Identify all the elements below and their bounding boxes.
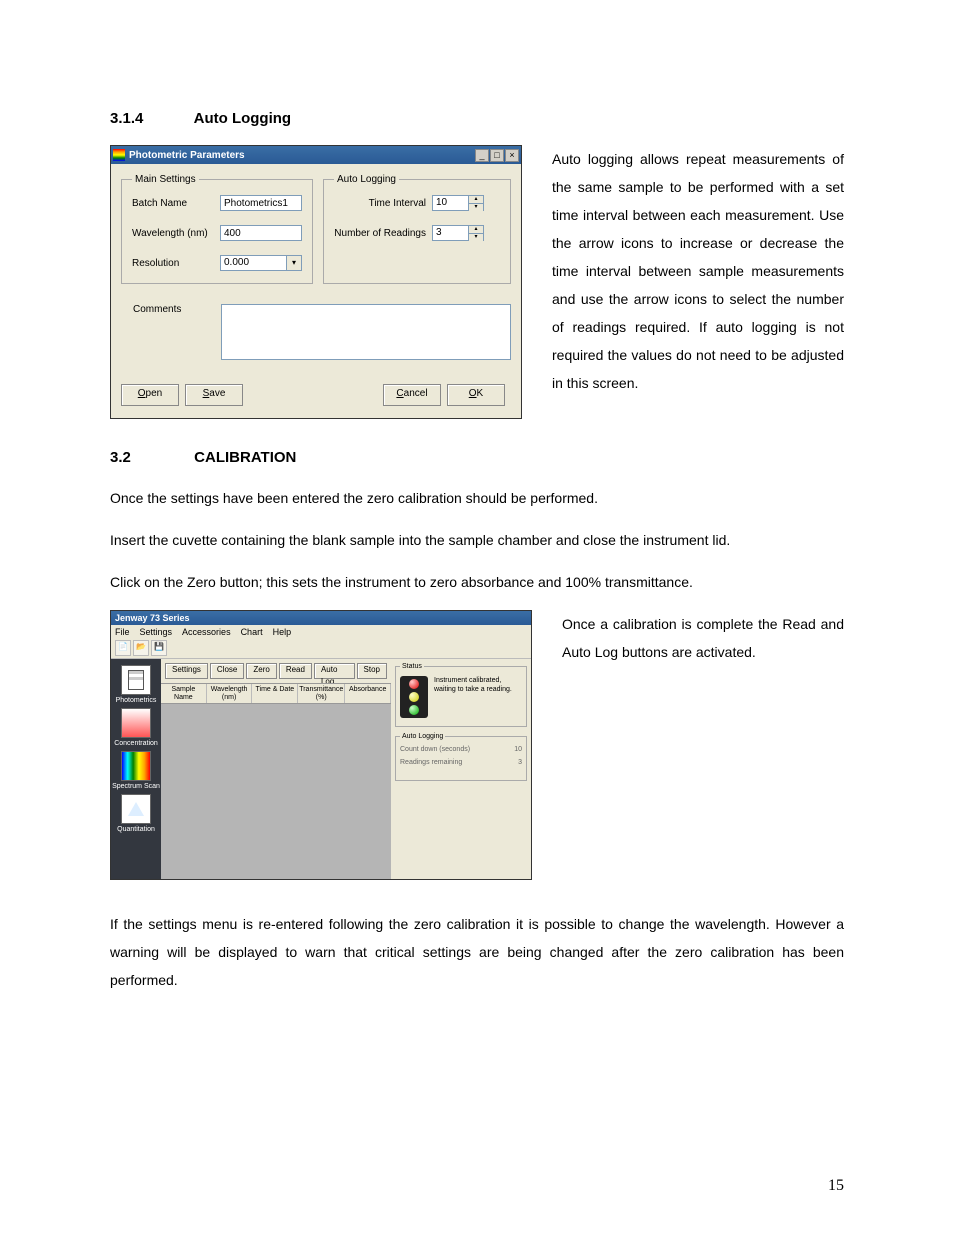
wavelength-input[interactable]: 400 (220, 225, 302, 241)
new-icon[interactable]: 📄 (115, 640, 131, 656)
spin-up-icon[interactable]: ▴ (469, 196, 483, 204)
auto-logging-paragraph: Auto logging allows repeat measurements … (552, 145, 844, 397)
col-transmittance: Transmittance (%) (298, 684, 345, 703)
quantitation-icon (121, 794, 151, 824)
app-title: Jenway 73 Series (111, 611, 531, 625)
comments-textarea[interactable] (221, 304, 511, 360)
wavelength-label: Wavelength (nm) (132, 228, 220, 239)
page-number: 15 (828, 1177, 844, 1195)
time-interval-value: 10 (433, 196, 468, 210)
settings-button[interactable]: Settings (165, 663, 208, 679)
autolog-status-legend: Auto Logging (400, 733, 445, 740)
light-green (409, 705, 419, 715)
menubar: File Settings Accessories Chart Help (111, 625, 531, 639)
section-heading-calibration: 3.2 CALIBRATION (110, 449, 844, 466)
main-settings-legend: Main Settings (132, 174, 199, 185)
menu-settings[interactable]: Settings (140, 627, 173, 637)
calibration-para-3: Click on the Zero button; this sets the … (110, 568, 844, 596)
menu-chart[interactable]: Chart (241, 627, 263, 637)
jenway-app-window: Jenway 73 Series File Settings Accessori… (110, 610, 532, 880)
spin-up-icon[interactable]: ▴ (469, 226, 483, 234)
light-yellow (409, 692, 419, 702)
concentration-icon (121, 708, 151, 738)
section-title: Auto Logging (194, 110, 291, 127)
col-time-date: Time & Date (252, 684, 298, 703)
main-settings-group: Main Settings Batch Name Photometrics1 W… (121, 174, 313, 284)
menu-accessories[interactable]: Accessories (182, 627, 231, 637)
status-panel: Status Instrument calibrated, waiting to… (391, 659, 531, 879)
photometrics-icon (121, 665, 151, 695)
time-interval-label: Time Interval (334, 198, 432, 209)
status-message: Instrument calibrated, waiting to take a… (434, 676, 522, 694)
col-absorbance: Absorbance (345, 684, 391, 703)
results-table-body (161, 704, 391, 879)
section-title: CALIBRATION (194, 449, 296, 466)
sidebar-item-spectrum[interactable]: Spectrum Scan (111, 751, 161, 790)
sidebar-item-photometrics[interactable]: Photometrics (111, 665, 161, 704)
status-group: Status Instrument calibrated, waiting to… (395, 663, 527, 727)
status-legend: Status (400, 663, 424, 670)
resolution-value: 0.000 (221, 256, 286, 270)
resolution-label: Resolution (132, 258, 220, 269)
auto-logging-legend: Auto Logging (334, 174, 399, 185)
maximize-button[interactable]: □ (490, 149, 504, 162)
sidebar-item-quantitation[interactable]: Quantitation (111, 794, 161, 833)
remaining-label: Readings remaining (400, 759, 502, 766)
autolog-button[interactable]: Auto Log (314, 663, 355, 679)
comments-label: Comments (121, 304, 221, 315)
save-icon[interactable]: 💾 (151, 640, 167, 656)
traffic-light-icon (400, 676, 428, 718)
num-readings-value: 3 (433, 226, 468, 240)
open-icon[interactable]: 📂 (133, 640, 149, 656)
sidebar-item-concentration[interactable]: Concentration (111, 708, 161, 747)
close-button[interactable]: Close (210, 663, 244, 679)
read-button[interactable]: Read (279, 663, 312, 679)
app-icon (113, 149, 125, 161)
save-button[interactable]: Save (185, 384, 243, 406)
menu-file[interactable]: File (115, 627, 130, 637)
calibration-para-1: Once the settings have been entered the … (110, 484, 844, 512)
autolog-status-group: Auto Logging Count down (seconds) 10 Rea… (395, 733, 527, 781)
num-readings-label: Number of Readings (334, 228, 432, 239)
stop-button[interactable]: Stop (357, 663, 387, 679)
time-interval-spinner[interactable]: 10 ▴ ▾ (432, 195, 484, 211)
spectrum-icon (121, 751, 151, 781)
dropdown-icon[interactable]: ▾ (286, 256, 301, 270)
action-button-row: Settings Close Zero Read Auto Log Stop (161, 659, 391, 683)
light-red (409, 679, 419, 689)
open-button[interactable]: Open (121, 384, 179, 406)
warning-paragraph: If the settings menu is re-entered follo… (110, 910, 844, 994)
zero-button[interactable]: Zero (246, 663, 276, 679)
remaining-value: 3 (502, 759, 522, 766)
photometric-parameters-dialog: Photometric Parameters _ □ × Main Settin… (110, 145, 522, 419)
batch-name-input[interactable]: Photometrics1 (220, 195, 302, 211)
auto-logging-group: Auto Logging Time Interval 10 ▴ ▾ (323, 174, 511, 284)
ok-button[interactable]: OK (447, 384, 505, 406)
countdown-value: 10 (502, 746, 522, 753)
section-heading-auto-logging: 3.1.4 Auto Logging (110, 110, 844, 127)
menu-help[interactable]: Help (273, 627, 292, 637)
dialog-title: Photometric Parameters (129, 150, 475, 161)
mode-sidebar: Photometrics Concentration Spectrum Scan… (111, 659, 161, 879)
section-number: 3.1.4 (110, 110, 190, 127)
num-readings-spinner[interactable]: 3 ▴ ▾ (432, 225, 484, 241)
toolbar: 📄 📂 💾 (111, 639, 531, 659)
dialog-titlebar: Photometric Parameters _ □ × (111, 146, 521, 164)
col-wavelength: Wavelength (nm) (207, 684, 253, 703)
batch-name-label: Batch Name (132, 198, 220, 209)
cancel-button[interactable]: Cancel (383, 384, 441, 406)
countdown-label: Count down (seconds) (400, 746, 502, 753)
col-sample: Sample Name (161, 684, 207, 703)
spin-down-icon[interactable]: ▾ (469, 234, 483, 241)
results-table-header: Sample Name Wavelength (nm) Time & Date … (161, 683, 391, 704)
resolution-select[interactable]: 0.000 ▾ (220, 255, 302, 271)
calibration-para-2: Insert the cuvette containing the blank … (110, 526, 844, 554)
calibration-complete-paragraph: Once a calibration is complete the Read … (562, 610, 844, 666)
minimize-button[interactable]: _ (475, 149, 489, 162)
spin-down-icon[interactable]: ▾ (469, 204, 483, 211)
section-number: 3.2 (110, 449, 190, 466)
close-button[interactable]: × (505, 149, 519, 162)
